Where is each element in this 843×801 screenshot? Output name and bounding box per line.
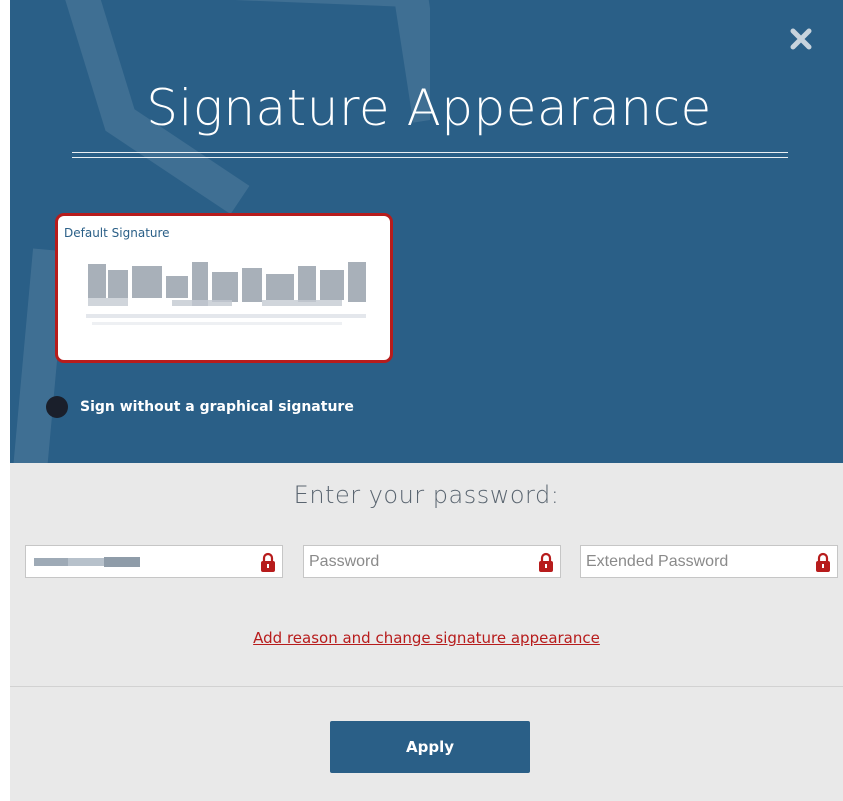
- title-underline: [72, 152, 788, 158]
- default-signature-card[interactable]: Default Signature: [55, 213, 393, 363]
- password-field[interactable]: [303, 545, 561, 578]
- lock-icon: [539, 552, 553, 572]
- no-graphic-radio[interactable]: [46, 396, 68, 418]
- no-graphic-label: Sign without a graphical signature: [80, 399, 354, 415]
- signature-card-label: Default Signature: [64, 226, 170, 240]
- add-reason-link[interactable]: Add reason and change signature appearan…: [253, 629, 600, 647]
- signature-image: [82, 256, 372, 336]
- password-input[interactable]: [309, 550, 519, 574]
- signature-dialog: Signature Appearance Default Signature S…: [10, 0, 843, 801]
- redacted-value: [34, 557, 140, 567]
- dialog-header: Signature Appearance Default Signature S…: [10, 0, 843, 463]
- password-heading: Enter your password:: [293, 481, 560, 509]
- lock-icon: [816, 552, 830, 572]
- lock-icon: [261, 552, 275, 572]
- close-icon: [790, 28, 812, 50]
- no-graphic-signature-option[interactable]: Sign without a graphical signature: [46, 396, 354, 418]
- close-button[interactable]: [788, 26, 814, 52]
- reason-link-container: Add reason and change signature appearan…: [10, 628, 843, 647]
- footer-divider: [10, 686, 843, 687]
- extended-password-input[interactable]: [586, 550, 796, 574]
- dialog-title: Signature Appearance: [146, 79, 712, 137]
- username-field[interactable]: [25, 545, 283, 578]
- apply-button[interactable]: Apply: [330, 721, 530, 773]
- extended-password-field[interactable]: [580, 545, 838, 578]
